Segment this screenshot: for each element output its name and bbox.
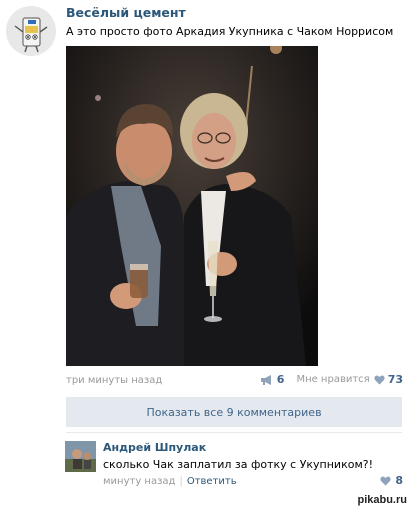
comment-like-button[interactable]: 8 (380, 474, 403, 487)
comment-meta: минуту назад | Ответить (103, 476, 237, 487)
show-all-comments-button[interactable]: Показать все 9 комментариев (66, 397, 402, 427)
post-author-link[interactable]: Весёлый цемент (66, 5, 186, 20)
photo-image (66, 46, 318, 366)
like-button[interactable]: Мне нравится 73 (296, 373, 403, 386)
megaphone-icon (260, 374, 271, 385)
like-count: 73 (387, 373, 403, 386)
like-label: Мне нравится (296, 374, 370, 385)
wall-post: Весёлый цемент А это просто фото Аркадия… (0, 0, 413, 514)
comment-text: сколько Чак заплатил за фотку с Укупнико… (103, 458, 373, 471)
comment-time-link[interactable]: минуту назад (103, 476, 175, 487)
cement-mascot-icon (6, 6, 56, 56)
post-time-link[interactable]: три минуты назад (66, 375, 162, 386)
post-text: А это просто фото Аркадия Укупника с Чак… (66, 25, 394, 38)
heart-icon (380, 476, 391, 485)
post-photo[interactable] (66, 46, 318, 366)
comment-author-avatar[interactable] (65, 441, 96, 472)
comments-divider (66, 432, 402, 433)
post-actions: 6 Мне нравится 73 (260, 373, 403, 386)
pikabu-watermark: pikabu.ru (357, 494, 407, 506)
repost-count: 6 (276, 373, 285, 386)
heart-icon (374, 375, 385, 384)
group-avatar[interactable] (6, 6, 56, 56)
repost-button[interactable]: 6 (260, 373, 285, 386)
comment-reply-link[interactable]: Ответить (187, 476, 237, 487)
comment-avatar-image (65, 441, 96, 472)
comment-meta-separator: | (179, 476, 183, 487)
comment-like-count: 8 (395, 474, 403, 487)
comment-author-link[interactable]: Андрей Шпулак (103, 441, 206, 454)
